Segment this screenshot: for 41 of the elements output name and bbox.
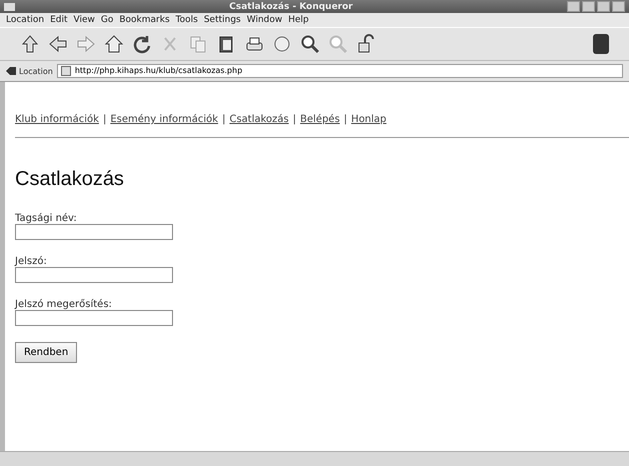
nav-link[interactable]: Csatlakozás: [229, 114, 289, 125]
zoom-out-icon[interactable]: [328, 34, 348, 54]
menu-item[interactable]: Window: [246, 15, 282, 25]
field-label: Jelszó megerősítés:: [15, 299, 113, 310]
zoom-in-icon[interactable]: [300, 34, 320, 54]
menu-item[interactable]: View: [74, 15, 95, 25]
url-field[interactable]: http://php.kihaps.hu/klub/csatlakozas.php: [56, 64, 623, 78]
submit-button[interactable]: Rendben: [15, 342, 78, 363]
reload-icon[interactable]: [132, 34, 152, 54]
up-arrow-icon[interactable]: [20, 34, 40, 54]
back-arrow-icon[interactable]: [48, 34, 68, 54]
lock-icon[interactable]: [356, 34, 376, 54]
input-field[interactable]: [15, 310, 173, 326]
nav-link[interactable]: Klub információk: [15, 114, 99, 125]
forward-arrow-icon[interactable]: [76, 34, 96, 54]
location-label: Location: [19, 66, 53, 76]
menu-item[interactable]: Tools: [176, 15, 198, 25]
separator-text: |: [222, 114, 226, 125]
menu-item[interactable]: Go: [100, 15, 114, 25]
window-title: Csatlakozás - Konqueror: [229, 2, 353, 12]
input-field[interactable]: [15, 224, 173, 240]
clear-location-icon[interactable]: [6, 66, 16, 76]
menu-item[interactable]: Bookmarks: [119, 15, 170, 25]
input-field[interactable]: [15, 267, 173, 283]
copy-icon[interactable]: [188, 34, 208, 54]
nav-link[interactable]: Honlap: [351, 114, 386, 125]
home-icon[interactable]: [104, 34, 124, 54]
menu-item[interactable]: Settings: [204, 15, 241, 25]
separator-text: |: [102, 114, 106, 125]
page-icon: [60, 66, 71, 76]
menu-item[interactable]: Help: [288, 15, 309, 25]
nav-link[interactable]: Belépés: [300, 114, 340, 125]
circle-icon[interactable]: [272, 34, 292, 54]
page-heading: Csatlakozás: [15, 168, 125, 191]
separator-text: |: [292, 114, 296, 125]
separator-text: |: [344, 114, 348, 125]
nav-link[interactable]: Esemény információk: [110, 114, 218, 125]
field-label: Jelszó:: [15, 256, 48, 267]
menu-item[interactable]: Edit: [50, 15, 68, 25]
field-label: Tagsági név:: [15, 213, 78, 224]
menu-item[interactable]: Location: [6, 15, 44, 25]
